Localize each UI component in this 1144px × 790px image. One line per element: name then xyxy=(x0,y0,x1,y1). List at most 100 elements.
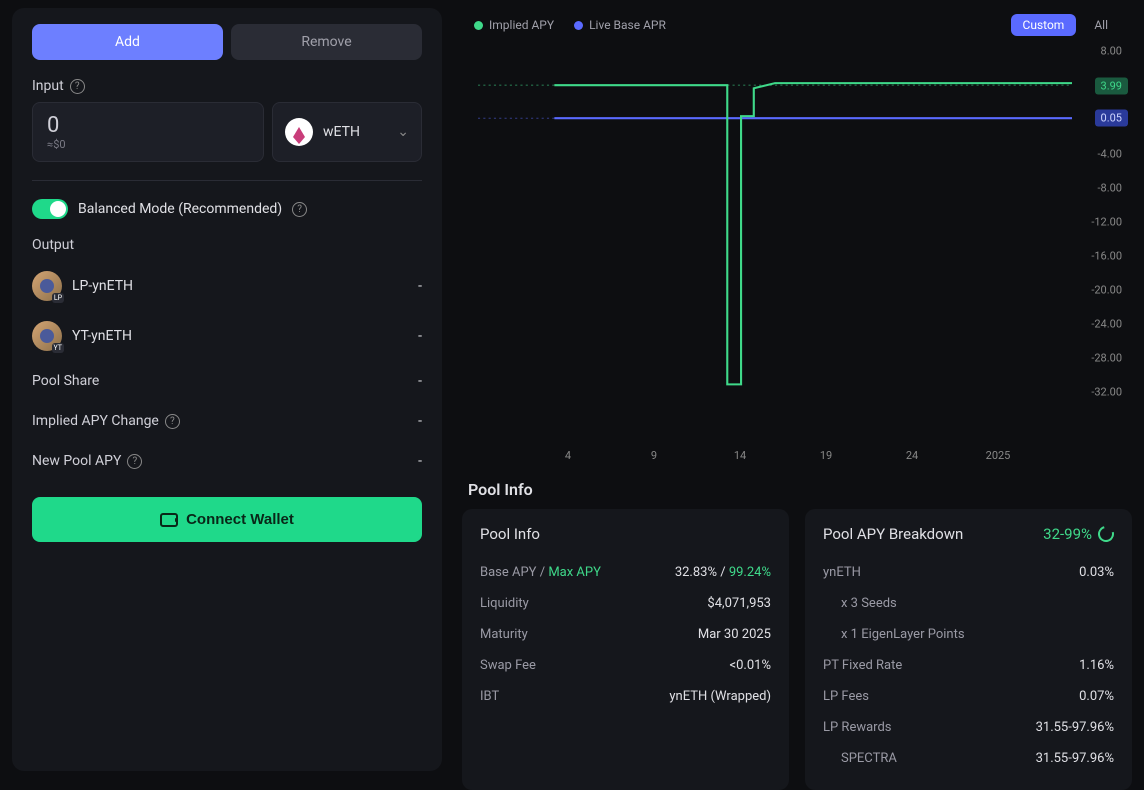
chevron-down-icon: ⌄ xyxy=(397,124,409,140)
info-value: $4,071,953 xyxy=(707,596,771,611)
apy-breakdown-title: Pool APY Breakdown xyxy=(823,525,963,543)
info-label: SPECTRA xyxy=(841,751,897,766)
output-row: LP LP-ynETH - xyxy=(32,261,422,311)
stat-value: - xyxy=(418,373,422,389)
chart-badge-base: 0.05 xyxy=(1095,110,1128,127)
info-value: 0.03% xyxy=(1079,565,1114,580)
info-value: 0.07% xyxy=(1079,689,1114,704)
chart-badge-implied: 3.99 xyxy=(1095,78,1128,95)
help-icon[interactable]: ? xyxy=(165,414,180,429)
output-label: Output xyxy=(32,237,74,253)
pool-info-card-title: Pool Info xyxy=(480,525,540,543)
info-value: <0.01% xyxy=(730,658,771,673)
info-row: Base APY / Max APY 32.83% / 99.24% xyxy=(480,557,771,588)
info-value: Mar 30 2025 xyxy=(698,627,771,642)
legend-implied-label: Implied APY xyxy=(489,18,554,32)
x-tick: 24 xyxy=(906,449,918,462)
amount-usd: ≈$0 xyxy=(47,138,249,151)
balanced-mode-toggle[interactable] xyxy=(32,199,68,219)
info-row: x 3 Seeds xyxy=(823,588,1114,619)
token-icon: LP xyxy=(32,271,62,301)
info-value: 1.16% xyxy=(1079,658,1114,673)
info-label: LP Fees xyxy=(823,689,869,704)
tab-add[interactable]: Add xyxy=(32,24,223,60)
info-row: ynETH 0.03% xyxy=(823,557,1114,588)
x-tick: 4 xyxy=(565,449,571,462)
info-label: IBT xyxy=(480,689,499,704)
info-label: LP Rewards xyxy=(823,720,892,735)
eth-icon xyxy=(285,118,313,146)
output-value: - xyxy=(418,278,422,294)
stat-value: - xyxy=(418,453,422,469)
input-label: Input xyxy=(32,78,64,94)
chart-svg xyxy=(478,46,1072,438)
info-row: x 1 EigenLayer Points xyxy=(823,619,1114,650)
divider xyxy=(32,180,422,181)
token-selector[interactable]: wETH ⌄ xyxy=(272,102,422,162)
token-name: wETH xyxy=(323,124,360,140)
info-label: PT Fixed Rate xyxy=(823,658,902,673)
help-icon[interactable]: ? xyxy=(292,202,307,217)
info-label: x 1 EigenLayer Points xyxy=(841,627,965,642)
info-value: 31.55-97.96% xyxy=(1036,751,1114,766)
connect-wallet-label: Connect Wallet xyxy=(186,511,294,528)
stat-value: - xyxy=(418,413,422,429)
y-tick: -28.00 xyxy=(1091,352,1122,365)
info-label: x 3 Seeds xyxy=(841,596,897,611)
wallet-icon xyxy=(160,513,178,527)
legend-implied: Implied APY xyxy=(474,18,554,32)
output-token-name: YT-ynETH xyxy=(72,328,132,344)
dot-icon xyxy=(474,21,483,30)
help-icon[interactable]: ? xyxy=(70,79,85,94)
connect-wallet-button[interactable]: Connect Wallet xyxy=(32,497,422,542)
help-icon[interactable]: ? xyxy=(127,454,142,469)
add-remove-panel: Add Remove Input ? 0 ≈$0 wETH ⌄ xyxy=(12,8,442,771)
token-icon: YT xyxy=(32,321,62,351)
time-tab-all[interactable]: All xyxy=(1082,14,1120,36)
y-tick: -20.00 xyxy=(1091,284,1122,297)
pool-info-card: Pool Info Base APY / Max APY 32.83% / 99… xyxy=(462,509,789,790)
info-label: Base APY / Max APY xyxy=(480,565,601,580)
y-tick: 8.00 xyxy=(1101,45,1122,58)
info-row: IBT ynETH (Wrapped) xyxy=(480,681,771,712)
output-value: - xyxy=(418,328,422,344)
y-tick: -12.00 xyxy=(1091,216,1122,229)
stat-row: Pool Share - xyxy=(32,361,422,401)
balanced-mode-label: Balanced Mode (Recommended) xyxy=(78,201,282,217)
info-label: ynETH xyxy=(823,565,861,580)
info-row: Liquidity $4,071,953 xyxy=(480,588,771,619)
info-label: Maturity xyxy=(480,627,528,642)
apy-range-value: 32-99% xyxy=(1043,525,1092,543)
info-label: Liquidity xyxy=(480,596,529,611)
x-tick: 14 xyxy=(734,449,746,462)
tab-remove[interactable]: Remove xyxy=(231,24,422,60)
time-tab-custom[interactable]: Custom xyxy=(1011,14,1077,36)
y-tick: -24.00 xyxy=(1091,318,1122,331)
stat-label: Implied APY Change xyxy=(32,413,159,429)
stat-row: Implied APY Change ? - xyxy=(32,401,422,441)
apy-range: 32-99% xyxy=(1043,525,1114,543)
output-token-name: LP-ynETH xyxy=(72,278,133,294)
info-row: LP Fees 0.07% xyxy=(823,681,1114,712)
y-tick: -8.00 xyxy=(1098,182,1123,195)
pool-info-section-title: Pool Info xyxy=(468,480,1126,499)
info-row: Maturity Mar 30 2025 xyxy=(480,619,771,650)
dot-icon xyxy=(574,21,583,30)
info-value: ynETH (Wrapped) xyxy=(669,689,771,704)
info-value: 32.83% / 99.24% xyxy=(675,565,771,580)
time-range-tabs: Custom All xyxy=(1011,14,1120,36)
info-row: SPECTRA 31.55-97.96% xyxy=(823,743,1114,774)
info-row: LP Rewards 31.55-97.96% xyxy=(823,712,1114,743)
stat-label: Pool Share xyxy=(32,373,99,389)
info-value: 31.55-97.96% xyxy=(1036,720,1114,735)
amount-value: 0 xyxy=(47,113,249,138)
refresh-icon[interactable] xyxy=(1095,523,1117,545)
amount-input-box[interactable]: 0 ≈$0 xyxy=(32,102,264,162)
pool-apy-breakdown-card: Pool APY Breakdown 32-99% ynETH 0.03% x … xyxy=(805,509,1132,790)
x-tick: 19 xyxy=(820,449,832,462)
x-tick: 9 xyxy=(651,449,657,462)
output-row: YT YT-ynETH - xyxy=(32,311,422,361)
chart-area[interactable]: 8.00 -4.00 -8.00 -12.00 -16.00 -20.00 -24.00 -2… xyxy=(462,46,1132,466)
y-tick: -16.00 xyxy=(1091,250,1122,263)
y-tick: -4.00 xyxy=(1098,148,1123,161)
